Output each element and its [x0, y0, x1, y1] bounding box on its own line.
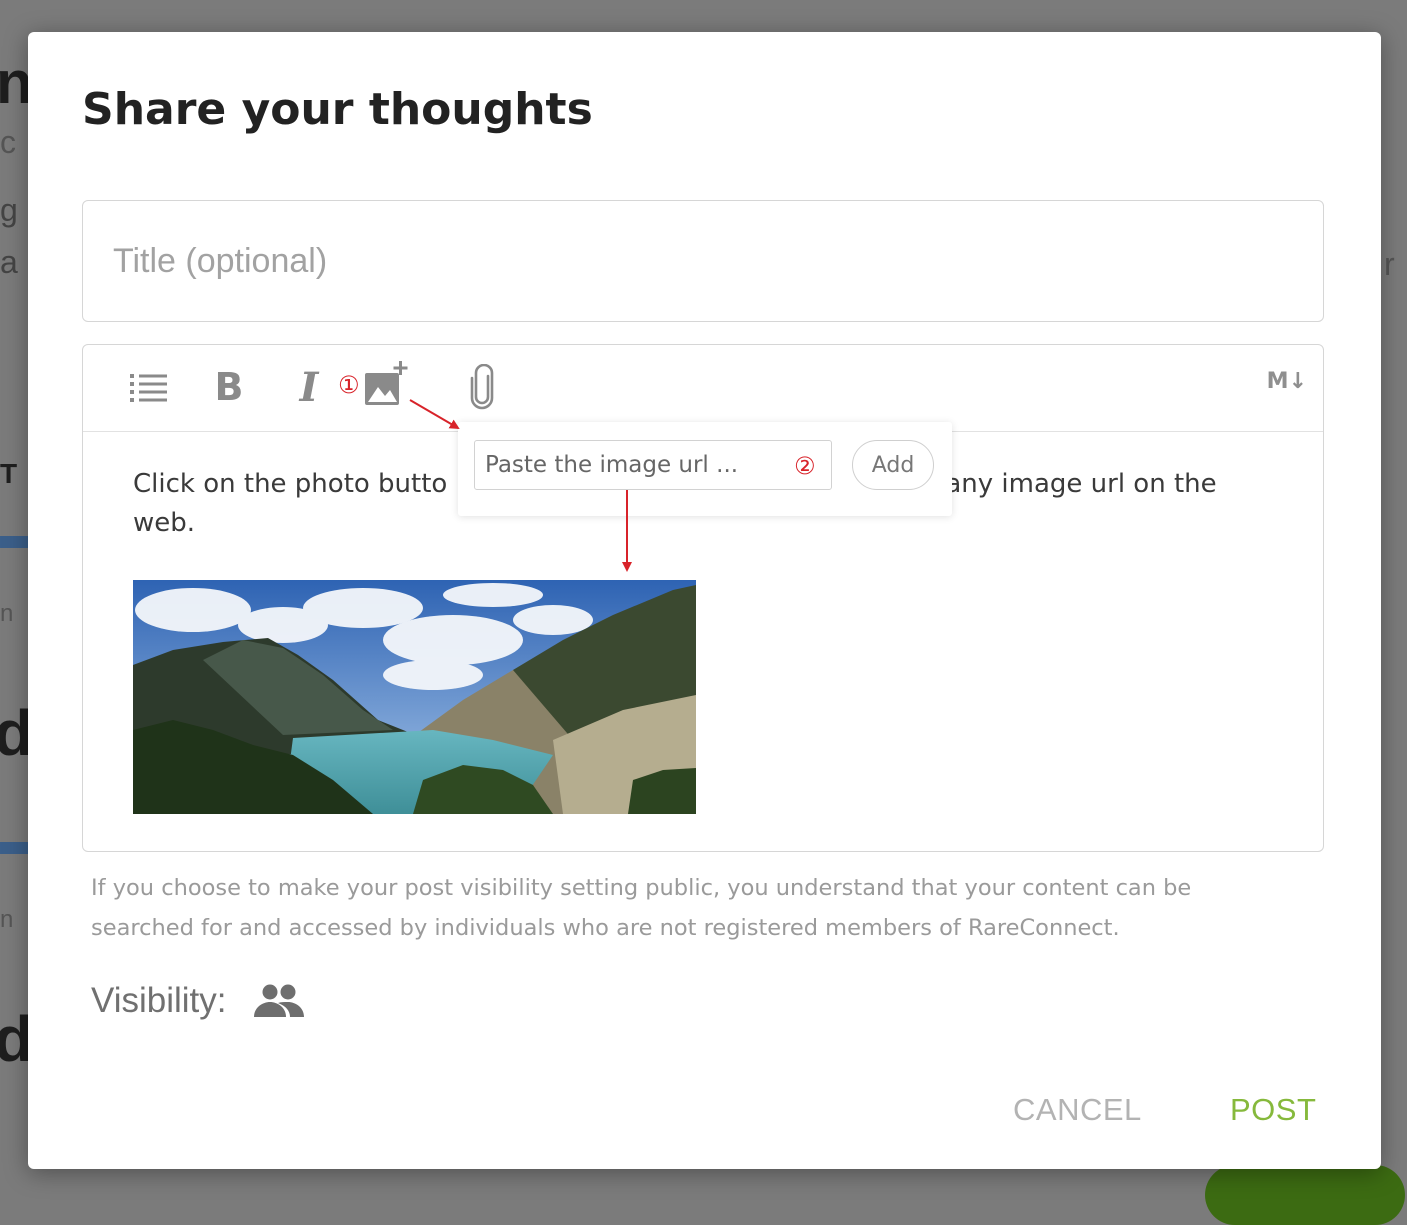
bold-button[interactable]: B: [205, 363, 253, 411]
background-fragment: c: [0, 124, 16, 160]
editor-toolbar: B I M↓: [83, 345, 1323, 432]
background-fragment: a: [0, 244, 18, 280]
image-url-input[interactable]: [475, 441, 831, 489]
cancel-button[interactable]: CANCEL: [1013, 1092, 1142, 1128]
attach-button[interactable]: [459, 363, 507, 411]
background-button: [1205, 1165, 1405, 1225]
mountain-lake-photo: [133, 580, 696, 814]
background-bar: [0, 536, 28, 548]
dialog-title: Share your thoughts: [82, 84, 593, 135]
list-button[interactable]: [125, 363, 173, 411]
editor-text-start: Click on the photo butto: [133, 469, 448, 499]
bold-icon: B: [214, 365, 244, 409]
italic-button[interactable]: I: [285, 363, 333, 411]
post-editor[interactable]: B I M↓ Click on the photo butto any imag…: [82, 344, 1324, 852]
post-button[interactable]: POST: [1230, 1092, 1316, 1128]
visibility-label: Visibility:: [91, 981, 227, 1020]
add-image-button[interactable]: [359, 357, 415, 413]
background-fragment: n: [0, 600, 14, 627]
paperclip-icon: [470, 364, 494, 410]
background-fragment: r: [1384, 246, 1395, 282]
background-fragment: T: [0, 458, 18, 489]
visibility-selector[interactable]: [253, 983, 305, 1019]
inserted-image[interactable]: [133, 580, 696, 814]
step-1-marker: ①: [338, 371, 360, 399]
background-fragment: g: [0, 192, 18, 228]
add-image-url-button[interactable]: Add: [852, 440, 934, 490]
visibility-disclaimer: If you choose to make your post visibili…: [91, 875, 1192, 941]
markdown-toggle[interactable]: M↓: [1267, 369, 1307, 394]
visibility-row: Visibility:: [91, 978, 305, 1024]
title-input[interactable]: [83, 201, 1323, 321]
italic-icon: I: [299, 363, 319, 411]
add-image-icon: [365, 361, 408, 405]
title-field[interactable]: [82, 200, 1324, 322]
list-icon: [130, 374, 167, 402]
background-fragment: n: [0, 906, 14, 933]
people-icon: [253, 984, 304, 1017]
image-url-popover: Add: [458, 422, 952, 516]
background-bar: [0, 842, 28, 854]
image-url-field[interactable]: [474, 440, 832, 490]
step-2-marker: ②: [794, 452, 816, 480]
share-thoughts-dialog: Share your thoughts B I: [28, 32, 1381, 1169]
